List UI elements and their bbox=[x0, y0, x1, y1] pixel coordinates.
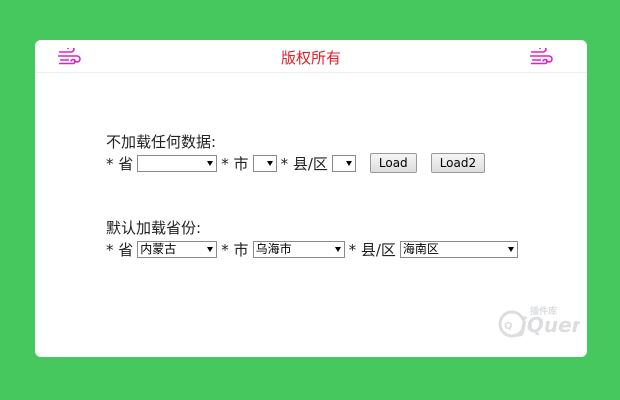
section-label: 默认加载省份: bbox=[106, 219, 202, 237]
section-label: 不加载任何数据: bbox=[106, 133, 217, 151]
page-title: 版权所有 bbox=[280, 49, 341, 67]
province-label: * 省 bbox=[106, 154, 134, 173]
selector-row: * 省 * 市 * 县/区 Load Load2 bbox=[106, 152, 486, 174]
main-card: 版权所有 不加载任何数据: * 省 * 市 * 县/区 Load Load2 默… bbox=[35, 40, 587, 357]
province-select[interactable]: 内蒙古 bbox=[137, 240, 218, 258]
section-default-province: 默认加载省份: * 省 内蒙古 * 市 乌海市 * 县/区 海南区 bbox=[106, 218, 522, 260]
county-label: * 县/区 bbox=[348, 240, 396, 259]
city-select[interactable]: 乌海市 bbox=[252, 240, 345, 258]
province-label: * 省 bbox=[106, 240, 134, 259]
load2-button[interactable]: Load2 bbox=[430, 153, 486, 173]
chevron-down-icon bbox=[207, 160, 214, 166]
city-label: * 市 bbox=[221, 154, 249, 173]
chevron-down-icon bbox=[334, 246, 341, 252]
selector-row: * 省 内蒙古 * 市 乌海市 * 县/区 海南区 bbox=[106, 238, 522, 260]
svg-text:Q: Q bbox=[504, 321, 513, 332]
jquery-watermark-logo: Q jQuery 插件库 bbox=[498, 305, 580, 338]
city-label: * 市 bbox=[221, 240, 249, 259]
province-select[interactable] bbox=[137, 154, 218, 172]
wind-icon bbox=[530, 48, 553, 65]
load-button[interactable]: Load bbox=[369, 153, 417, 173]
city-select[interactable] bbox=[252, 154, 277, 172]
svg-text:插件库: 插件库 bbox=[530, 305, 557, 317]
chevron-down-icon bbox=[207, 246, 214, 252]
card-header: 版权所有 bbox=[35, 40, 587, 73]
county-select[interactable]: 海南区 bbox=[399, 240, 518, 258]
chevron-down-icon bbox=[266, 160, 273, 166]
section-no-data: 不加载任何数据: * 省 * 市 * 县/区 Load Load2 bbox=[106, 132, 486, 174]
county-select[interactable] bbox=[331, 154, 356, 172]
chevron-down-icon bbox=[345, 160, 352, 166]
chevron-down-icon bbox=[507, 246, 514, 252]
county-label: * 县/区 bbox=[280, 154, 328, 173]
